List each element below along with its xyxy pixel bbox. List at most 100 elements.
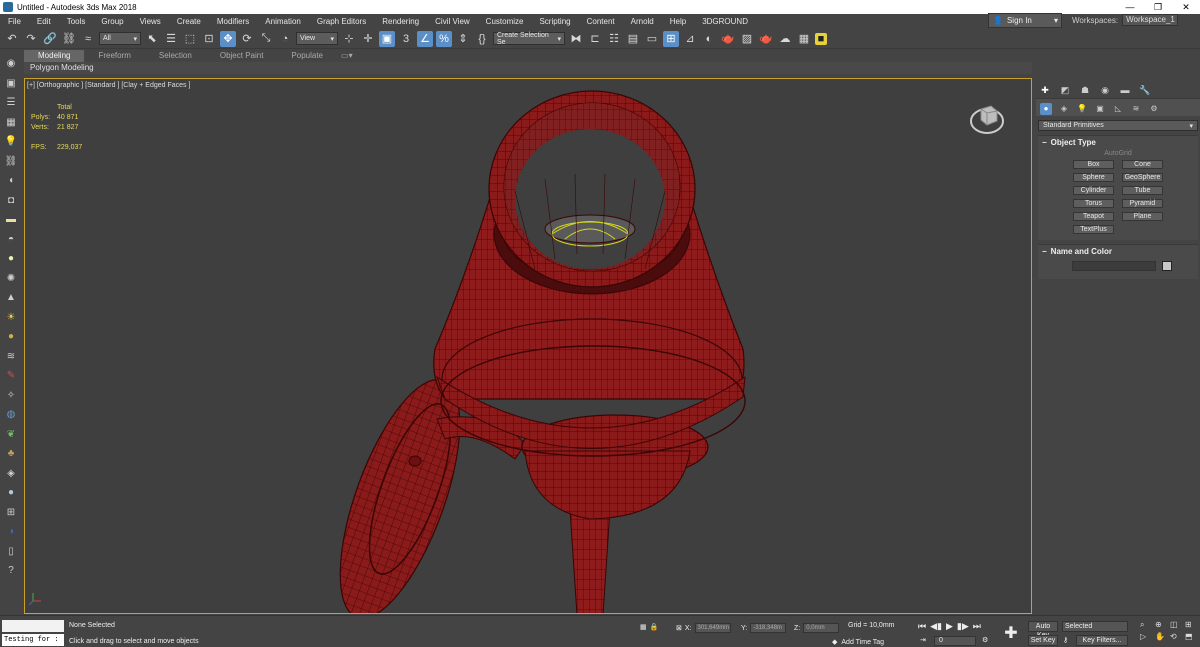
object-type-header[interactable]: − Object Type: [1038, 136, 1198, 148]
sun-icon[interactable]: ☀: [4, 310, 19, 326]
select-by-name-icon[interactable]: ☰: [163, 31, 179, 47]
tube-button[interactable]: Tube: [1122, 186, 1163, 195]
workspace-dropdown[interactable]: Workspace_1: [1122, 14, 1179, 26]
manipulate-icon[interactable]: ✛: [360, 31, 376, 47]
key-mode-icon[interactable]: ⇥: [920, 636, 926, 644]
previous-frame-icon[interactable]: ◀▮: [930, 621, 942, 632]
shapes-icon[interactable]: ◈: [1058, 103, 1070, 115]
sphere-icon[interactable]: ●: [4, 485, 19, 501]
autogrid-checkbox[interactable]: AutoGrid: [1038, 150, 1198, 157]
cone-button[interactable]: Cone: [1122, 160, 1163, 169]
brush-icon[interactable]: ✎: [4, 368, 19, 384]
selection-filter-dropdown[interactable]: All ▾: [99, 32, 141, 45]
next-frame-icon[interactable]: ▮▶: [957, 621, 969, 632]
schematic-view-icon[interactable]: ⊿: [682, 31, 698, 47]
field-of-view-icon[interactable]: ▷: [1140, 632, 1153, 641]
unlink-icon[interactable]: ⛓: [61, 31, 77, 47]
go-to-end-icon[interactable]: ⏭: [973, 621, 981, 632]
align-icon[interactable]: ⊏: [587, 31, 603, 47]
display-tab-icon[interactable]: ▬: [1118, 83, 1132, 97]
lights-icon[interactable]: 💡: [1076, 103, 1088, 115]
tab-object-paint[interactable]: Object Paint: [206, 50, 278, 62]
zoom-icon[interactable]: ⌕: [1140, 620, 1153, 630]
select-object-icon[interactable]: ⬉: [144, 31, 160, 47]
menu-create[interactable]: Create: [169, 17, 209, 26]
add-time-tag[interactable]: ◆ Add Time Tag: [832, 638, 884, 647]
time-config-icon[interactable]: ⚙: [982, 636, 988, 644]
zoom-all-icon[interactable]: ⊕: [1155, 620, 1168, 630]
geometry-icon[interactable]: ●: [1040, 102, 1052, 115]
undo-icon[interactable]: ↶: [4, 31, 20, 47]
viewcube-icon[interactable]: [969, 101, 1005, 137]
mirror-icon[interactable]: ⧓: [568, 31, 584, 47]
menu-rendering[interactable]: Rendering: [374, 17, 427, 26]
hierarchy-tab-icon[interactable]: ☗: [1078, 83, 1092, 97]
plus-box-icon[interactable]: ⊞: [4, 505, 19, 521]
teapot-button[interactable]: Teapot: [1073, 212, 1114, 221]
set-keys-icon[interactable]: ✚: [1002, 623, 1020, 643]
link-chain-icon[interactable]: ⛓: [4, 154, 19, 170]
render-production-icon[interactable]: 🫖: [758, 31, 774, 47]
menu-help[interactable]: Help: [662, 17, 694, 26]
dome-icon[interactable]: ◓: [4, 232, 19, 248]
snaps-toggle-icon[interactable]: 3: [398, 31, 414, 47]
ribbon-options-icon[interactable]: ▭▾: [337, 50, 357, 62]
object-color-swatch[interactable]: [1162, 261, 1172, 271]
material-icon[interactable]: ◑: [4, 524, 19, 540]
menu-customize[interactable]: Customize: [478, 17, 532, 26]
tab-selection[interactable]: Selection: [145, 50, 206, 62]
key-icon[interactable]: ⚷: [1063, 636, 1068, 644]
help-icon[interactable]: ?: [4, 563, 19, 579]
file-icon[interactable]: ▯: [4, 544, 19, 560]
named-selection-set-dropdown[interactable]: Create Selection Se ▾: [493, 32, 565, 46]
render-shortcuts-icon[interactable]: ▦: [796, 31, 812, 47]
key-filters-button[interactable]: Key Filters...: [1076, 635, 1128, 646]
absolute-mode-icon[interactable]: ⊠: [676, 624, 682, 632]
speaker-icon[interactable]: ◖: [4, 173, 19, 189]
light-bulb-icon[interactable]: 💡: [4, 134, 19, 150]
cameras-icon[interactable]: ▣: [1094, 103, 1106, 115]
menu-tools[interactable]: Tools: [59, 17, 94, 26]
curve-editor-icon[interactable]: ⊞: [663, 30, 679, 47]
hair-icon[interactable]: ≋: [4, 349, 19, 365]
menu-arnold[interactable]: Arnold: [623, 17, 662, 26]
name-and-color-header[interactable]: − Name and Color: [1038, 245, 1198, 257]
link-icon[interactable]: 🔗: [42, 31, 58, 47]
coin-icon[interactable]: ●: [4, 329, 19, 345]
sphere-light-icon[interactable]: ●: [4, 251, 19, 267]
helpers-icon[interactable]: ◺: [1112, 103, 1124, 115]
set-key-button[interactable]: Set Key: [1028, 635, 1058, 646]
tab-populate[interactable]: Populate: [277, 50, 337, 62]
close-button[interactable]: ✕: [1172, 0, 1200, 14]
viewport-label[interactable]: [+] [Orthographic ] [Standard ] [Clay + …: [27, 82, 190, 89]
grid-icon[interactable]: ▦: [4, 115, 19, 131]
viewport-orthographic[interactable]: [+] [Orthographic ] [Standard ] [Clay + …: [24, 78, 1032, 614]
render-in-cloud-icon[interactable]: ☁: [777, 31, 793, 47]
rendered-frame-window-icon[interactable]: ▨: [739, 31, 755, 47]
redo-icon[interactable]: ↷: [23, 31, 39, 47]
pyramid-button[interactable]: Pyramid: [1122, 199, 1163, 208]
menu-graph-editors[interactable]: Graph Editors: [309, 17, 374, 26]
menu-edit[interactable]: Edit: [29, 17, 59, 26]
omni-icon[interactable]: ✺: [4, 271, 19, 287]
geosphere-button[interactable]: GeoSphere: [1122, 173, 1163, 182]
minimize-button[interactable]: —: [1116, 0, 1144, 14]
box-button[interactable]: Box: [1073, 160, 1114, 169]
toggle-scene-explorer-icon[interactable]: ☷: [606, 31, 622, 47]
selection-set-dropdown[interactable]: Selected: [1062, 621, 1128, 632]
cone-icon[interactable]: ▲: [4, 290, 19, 306]
select-and-move-icon[interactable]: ✥: [220, 30, 236, 47]
textplus-button[interactable]: TextPlus: [1073, 225, 1114, 234]
globe-icon[interactable]: ◍: [4, 407, 19, 423]
viewport-layout-icon[interactable]: ▣: [4, 76, 19, 92]
maximize-button[interactable]: ❐: [1144, 0, 1172, 14]
window-crossing-icon[interactable]: ⊡: [201, 31, 217, 47]
render-setup-icon[interactable]: 🫖: [720, 31, 736, 47]
current-frame-field[interactable]: 0: [934, 636, 976, 646]
space-warps-icon[interactable]: ≋: [1130, 103, 1142, 115]
zoom-extents-all-icon[interactable]: ⊞: [1185, 620, 1198, 630]
camera-icon[interactable]: ◘: [4, 193, 19, 209]
reference-coord-dropdown[interactable]: View ▾: [296, 32, 338, 45]
tab-modeling[interactable]: Modeling: [24, 50, 85, 62]
3dground-icon[interactable]: ■: [815, 32, 827, 45]
